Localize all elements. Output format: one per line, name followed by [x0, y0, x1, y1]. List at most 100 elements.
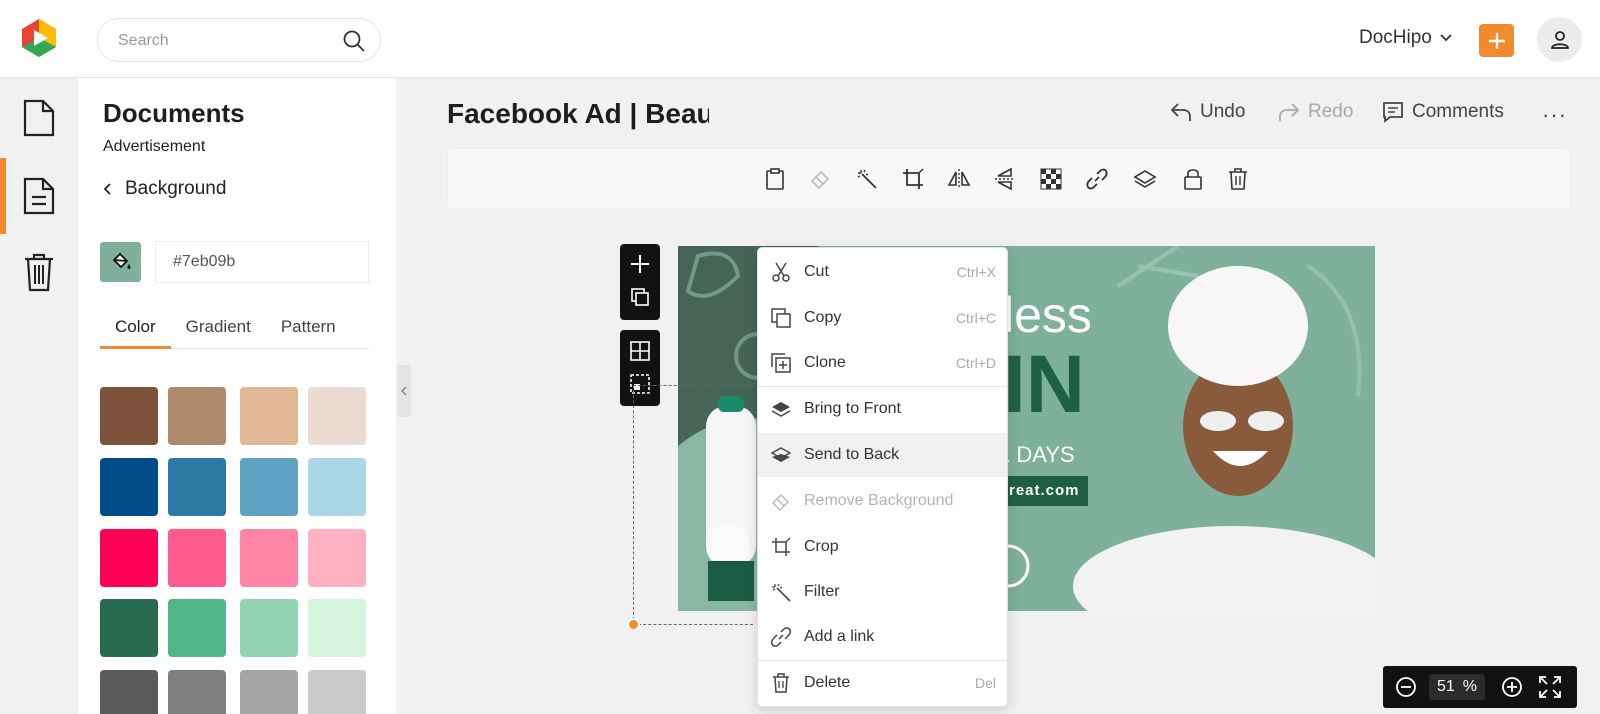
magic-wand-icon[interactable] [852, 164, 882, 194]
chevron-left-icon [103, 183, 111, 195]
rail-item-documents[interactable] [0, 158, 78, 234]
menu-item-label: Remove Background [804, 492, 954, 509]
color-swatch[interactable] [308, 458, 366, 516]
menu-item-filter[interactable]: Filter [758, 570, 1007, 614]
color-swatch[interactable] [100, 529, 158, 587]
selection-frame[interactable] [633, 385, 753, 625]
layers-icon[interactable] [1130, 164, 1160, 194]
flip-vertical-icon[interactable] [990, 164, 1020, 194]
current-color-swatch[interactable] [100, 242, 141, 282]
user-avatar-button[interactable] [1537, 17, 1582, 62]
search-box[interactable] [97, 18, 381, 62]
crop-icon[interactable] [898, 164, 928, 194]
color-swatch[interactable] [100, 599, 158, 657]
crop-icon [772, 537, 791, 556]
comments-button[interactable]: Comments [1382, 101, 1504, 123]
color-swatch[interactable] [240, 670, 298, 714]
clone-icon [771, 353, 791, 373]
menu-item-bring-to-front[interactable]: Bring to Front [758, 387, 1007, 431]
grid-icon[interactable] [630, 341, 650, 361]
chevron-left-icon [401, 386, 407, 396]
tab-pattern[interactable]: Pattern [266, 316, 351, 349]
more-options-icon[interactable]: ··· [1542, 102, 1567, 128]
element-toolbar [447, 148, 1571, 209]
panel-subtitle: Advertisement [103, 138, 206, 155]
color-swatch[interactable] [240, 458, 298, 516]
menu-item-clone[interactable]: Clone Ctrl+D [758, 341, 1007, 385]
undo-button[interactable]: Undo [1170, 101, 1245, 123]
menu-item-crop[interactable]: Crop [758, 525, 1007, 569]
back-label: Background [125, 178, 227, 199]
lock-icon[interactable] [1178, 164, 1208, 194]
menu-item-add-link[interactable]: Add a link [758, 615, 1007, 659]
zoom-in-icon[interactable] [1501, 676, 1523, 698]
eraser-icon[interactable] [806, 164, 836, 194]
hex-color-input[interactable] [155, 241, 369, 283]
menu-item-label: Copy [804, 309, 842, 326]
document-icon [23, 99, 55, 137]
menu-item-remove-background[interactable]: Remove Background [758, 479, 1007, 523]
document-title[interactable]: Facebook Ad | Beauty Treat [447, 98, 709, 130]
workspace-name: DocHipo [1359, 27, 1432, 48]
tab-color[interactable]: Color [100, 316, 171, 349]
back-button[interactable]: Background [103, 178, 226, 200]
color-swatch[interactable] [168, 599, 226, 657]
search-input[interactable] [118, 30, 328, 52]
menu-item-send-to-back[interactable]: Send to Back [758, 433, 1007, 477]
menu-item-cut[interactable]: Cut Ctrl+X [758, 250, 1007, 294]
color-swatch[interactable] [168, 387, 226, 445]
menu-item-label: Cut [804, 263, 829, 280]
clipboard-icon[interactable] [760, 164, 790, 194]
menu-item-label: Clone [804, 354, 846, 371]
menu-item-label: Add a link [804, 628, 875, 645]
plus-icon [1488, 32, 1505, 49]
color-swatch[interactable] [308, 529, 366, 587]
collapse-panel-handle[interactable] [397, 365, 411, 417]
color-swatch[interactable] [308, 599, 366, 657]
menu-item-copy[interactable]: Copy Ctrl+C [758, 296, 1007, 340]
copy-icon [771, 308, 791, 328]
document-text-icon [23, 177, 55, 215]
menu-item-shortcut: Del [974, 675, 996, 691]
redo-button[interactable]: Redo [1278, 101, 1353, 123]
color-swatch[interactable] [308, 387, 366, 445]
panel-title: Documents [103, 98, 245, 128]
search-icon[interactable] [342, 29, 366, 53]
menu-item-shortcut: Ctrl+C [955, 310, 996, 326]
paint-bucket-icon [112, 252, 130, 269]
send-back-icon [771, 447, 791, 462]
color-swatch[interactable] [168, 670, 226, 714]
menu-item-label: Delete [804, 674, 851, 691]
create-new-button[interactable] [1479, 24, 1514, 57]
fullscreen-icon[interactable] [1539, 676, 1561, 698]
color-swatch[interactable] [100, 670, 158, 714]
transparency-icon[interactable] [1036, 164, 1066, 194]
tab-gradient[interactable]: Gradient [171, 316, 266, 349]
zoom-unit: % [1462, 678, 1478, 695]
link-icon[interactable] [1082, 164, 1112, 194]
comment-icon [1383, 102, 1403, 123]
menu-item-delete[interactable]: Delete Del [758, 661, 1007, 705]
color-swatch[interactable] [240, 599, 298, 657]
trash-icon[interactable] [1223, 164, 1253, 194]
rail-item-new-document[interactable] [0, 80, 78, 156]
user-icon [1550, 30, 1569, 49]
duplicate-page-icon[interactable] [631, 288, 649, 306]
color-swatch[interactable] [168, 529, 226, 587]
zoom-value-display[interactable]: 51 % [1429, 674, 1485, 700]
flip-horizontal-icon[interactable] [944, 164, 974, 194]
resize-handle[interactable] [627, 618, 640, 631]
color-swatch[interactable] [308, 670, 366, 714]
color-swatch[interactable] [240, 529, 298, 587]
rail-item-trash[interactable] [0, 234, 78, 310]
menu-item-label: Bring to Front [804, 400, 901, 417]
color-swatch[interactable] [168, 458, 226, 516]
color-swatch[interactable] [100, 387, 158, 445]
color-swatch[interactable] [240, 387, 298, 445]
zoom-out-icon[interactable] [1395, 676, 1417, 698]
app-logo[interactable] [18, 17, 60, 59]
workspace-switcher[interactable]: DocHipo [1359, 27, 1452, 49]
add-page-icon[interactable] [630, 254, 650, 274]
color-swatch[interactable] [100, 458, 158, 516]
redo-icon [1279, 103, 1300, 121]
